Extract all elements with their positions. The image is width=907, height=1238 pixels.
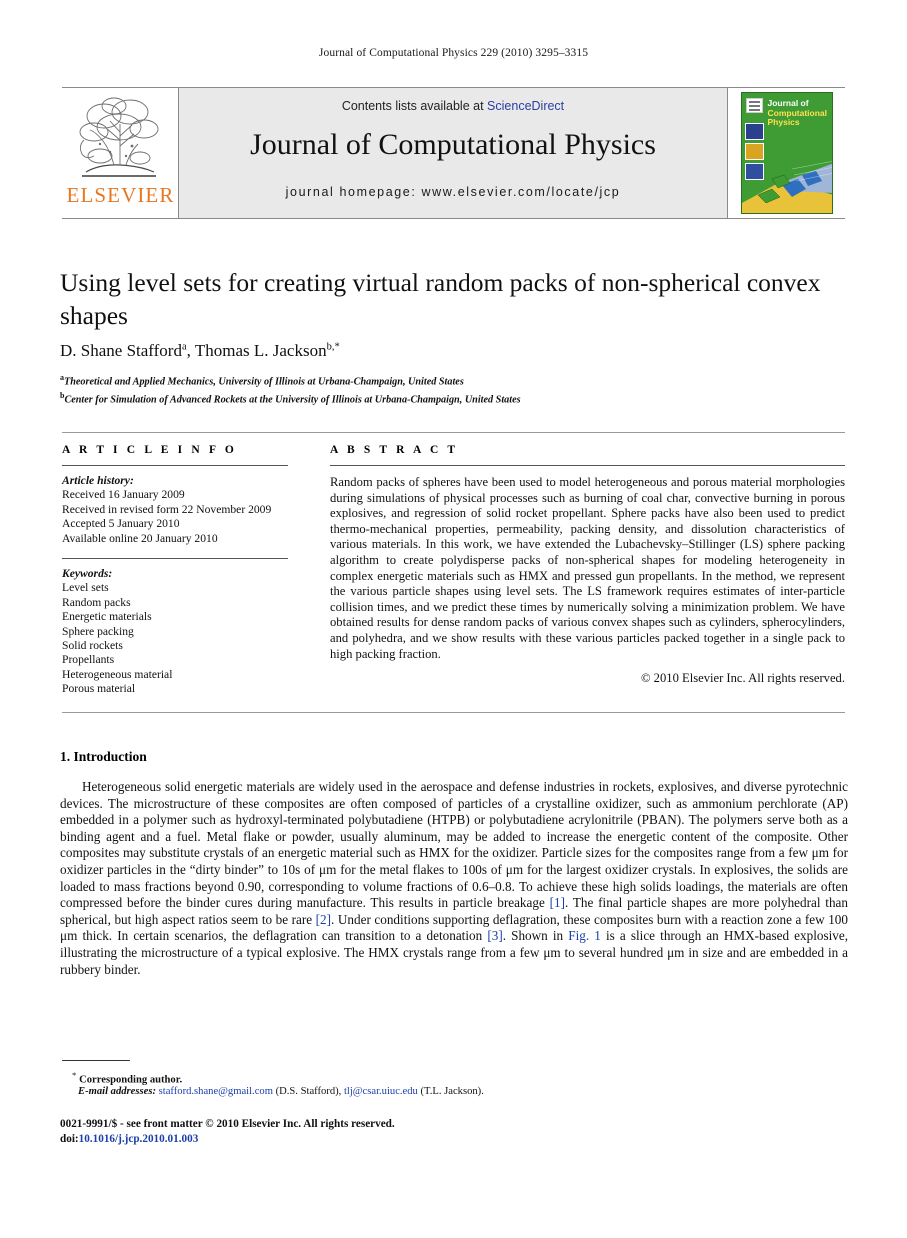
- keyword-item: Random packs: [62, 595, 131, 609]
- introduction-paragraph: Heterogeneous solid energetic materials …: [60, 779, 848, 978]
- keywords-label: Keywords:: [62, 567, 113, 581]
- email-link-2[interactable]: tlj@csar.uiuc.edu: [344, 1086, 418, 1097]
- abstract-body: Random packs of spheres have been used t…: [330, 475, 845, 661]
- section-heading-introduction: 1. Introduction: [60, 749, 147, 764]
- author-2-affil-marker: b,*: [326, 341, 340, 353]
- journal-homepage-line[interactable]: journal homepage: www.elsevier.com/locat…: [179, 185, 727, 199]
- keyword-item: Heterogeneous material: [62, 667, 173, 681]
- author-name-1: D. Shane Stafford: [60, 341, 182, 360]
- history-item: Received 16 January 2009: [62, 488, 185, 502]
- affiliation-a: aTheoretical and Applied Mechanics, Univ…: [60, 371, 850, 389]
- cover-thumb-1: [744, 123, 764, 140]
- contents-available-line: Contents lists available at ScienceDirec…: [179, 99, 727, 113]
- page-title: Using level sets for creating virtual ra…: [60, 268, 821, 330]
- email-label: E-mail addresses:: [78, 1086, 156, 1097]
- doi-label: doi:: [60, 1132, 79, 1145]
- abstract-rule: [330, 465, 845, 466]
- issn-copyright-line: 0021-9991/$ - see front matter © 2010 El…: [60, 1117, 760, 1146]
- author-1-affil-marker: a: [181, 341, 187, 353]
- history-item: Accepted 5 January 2010: [62, 517, 180, 531]
- keyword-item: Sphere packing: [62, 624, 134, 638]
- citation-ref-3[interactable]: [3]: [487, 928, 502, 943]
- intro-text-part-1: Heterogeneous solid energetic materials …: [60, 779, 848, 911]
- affiliations: aTheoretical and Applied Mechanics, Univ…: [60, 371, 850, 407]
- journal-cover-image: Journal of Computational Physics: [740, 92, 833, 214]
- email-owner-2: (T.L. Jackson): [420, 1086, 482, 1097]
- corresponding-author-text: Corresponding author.: [79, 1074, 183, 1086]
- journal-masthead: ELSEVIER Contents lists available at Sci…: [62, 87, 845, 219]
- article-info-column: A R T I C L E I N F O Article history: R…: [62, 444, 288, 697]
- keyword-item: Porous material: [62, 682, 136, 696]
- affiliation-b-text: Center for Simulation of Advanced Rocket…: [64, 394, 521, 406]
- email-owner-1: (D.S. Stafford): [275, 1086, 339, 1097]
- citation-ref-1[interactable]: [1]: [550, 895, 565, 910]
- email-addresses-note: E-mail addresses: stafford.shane@gmail.c…: [78, 1086, 484, 1097]
- author-list: D. Shane Stafforda, Thomas L. Jacksonb,*: [60, 341, 340, 360]
- issn-text: 0021-9991/$ - see front matter © 2010 El…: [60, 1118, 395, 1130]
- journal-cover-panel: Journal of Computational Physics: [727, 88, 845, 218]
- history-item: Received in revised form 22 November 200…: [62, 502, 272, 516]
- article-info-rule: [62, 465, 288, 466]
- keyword-item: Level sets: [62, 581, 109, 595]
- abstract-copyright: © 2010 Elsevier Inc. All rights reserved…: [640, 671, 845, 686]
- cover-title-text: Journal of Computational Physics: [767, 98, 830, 128]
- panel-divider-bottom: [62, 712, 845, 713]
- history-item: Available online 20 January 2010: [62, 531, 218, 545]
- abstract-heading: A B S T R A C T: [330, 444, 459, 456]
- intro-text-part-4: . Shown in: [502, 928, 569, 944]
- keyword-item: Energetic materials: [62, 610, 152, 624]
- footnote-divider: [62, 1060, 130, 1061]
- cover-publisher-badge-icon: [745, 98, 763, 113]
- keyword-item: Solid rockets: [62, 639, 123, 653]
- author-name-2: Thomas L. Jackson: [194, 341, 327, 360]
- corresponding-author-marker: *: [72, 1070, 77, 1080]
- panel-divider-top: [62, 432, 845, 433]
- journal-title: Journal of Computational Physics: [250, 128, 656, 161]
- article-info-heading: A R T I C L E I N F O: [62, 444, 237, 456]
- article-history-label: Article history:: [62, 474, 134, 487]
- journal-article-page: Journal of Computational Physics 229 (20…: [0, 0, 907, 1238]
- cover-title-line3: Physics: [767, 117, 800, 127]
- cover-graphic-icon: [741, 161, 832, 213]
- contents-prefix: Contents lists available at: [341, 99, 484, 113]
- keywords-rule: [62, 558, 288, 560]
- cover-title-line1: Journal of: [767, 98, 809, 108]
- citation-ref-2[interactable]: [2]: [316, 912, 331, 927]
- keywords-block: Keywords: Level sets Random packs Energe…: [62, 567, 288, 697]
- abstract-column: A B S T R A C T Random packs of spheres …: [330, 444, 845, 686]
- affiliation-b: bCenter for Simulation of Advanced Rocke…: [60, 389, 850, 407]
- elsevier-tree-icon: [70, 94, 169, 181]
- running-head: Journal of Computational Physics 229 (20…: [318, 47, 589, 59]
- sciencedirect-link[interactable]: ScienceDirect: [487, 99, 564, 113]
- masthead-center: Contents lists available at ScienceDirec…: [179, 88, 727, 218]
- article-history-block: Article history: Received 16 January 200…: [62, 474, 288, 546]
- doi-link[interactable]: 10.1016/j.jcp.2010.01.003: [79, 1133, 199, 1145]
- elsevier-logo-panel: ELSEVIER: [62, 88, 179, 218]
- email-link-1[interactable]: stafford.shane@gmail.com: [159, 1086, 273, 1097]
- keyword-item: Propellants: [62, 653, 115, 667]
- elsevier-wordmark: ELSEVIER: [66, 183, 175, 207]
- cover-title-line2: Computational: [767, 107, 828, 118]
- doi-line: doi:10.1016/j.jcp.2010.01.003: [60, 1132, 760, 1147]
- affiliation-a-text: Theoretical and Applied Mechanics, Unive…: [64, 376, 464, 388]
- figure-ref-link[interactable]: Fig. 1: [568, 928, 601, 943]
